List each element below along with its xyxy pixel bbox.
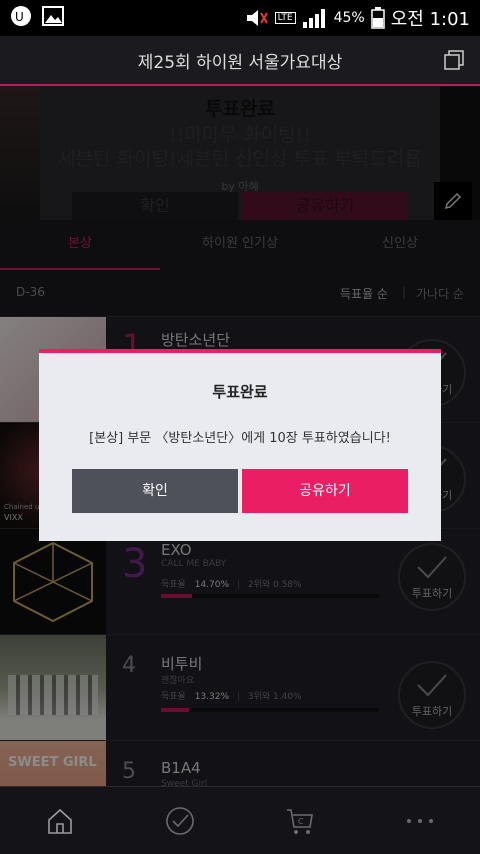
nav-home[interactable] [0, 787, 120, 854]
svg-text:U: U [15, 10, 24, 24]
confirm-button[interactable]: 확인 [72, 469, 238, 513]
more-icon [407, 818, 433, 823]
nav-more[interactable] [360, 787, 480, 854]
status-right: LTE 45% 오전 1:01 [245, 5, 470, 31]
svg-text:C: C [298, 817, 304, 826]
app-notification-icon: U [11, 6, 31, 26]
clock: 오전 1:01 [390, 9, 470, 30]
gallery-notification-icon [42, 6, 64, 26]
cart-icon: C [287, 808, 313, 834]
status-left: U [10, 5, 64, 27]
battery-percent: 45% [333, 10, 365, 26]
status-bar: U LTE 45% 오전 1:01 [0, 0, 480, 36]
vote-complete-dialog: 투표완료 [본상] 부문 〈방탄소년단〉에게 10장 투표하였습니다! 확인 공… [39, 349, 441, 541]
dialog-title: 투표완료 [212, 383, 268, 401]
lte-indicator: LTE [274, 12, 296, 24]
home-icon [48, 808, 72, 834]
battery-icon [370, 7, 385, 29]
page-title: 제25회 하이원 서울가요대상 [137, 53, 343, 73]
copy-icon[interactable] [444, 50, 464, 70]
signal-icon [302, 9, 325, 28]
mute-icon [246, 10, 268, 26]
app-header: 제25회 하이원 서울가요대상 [0, 36, 480, 86]
bottom-nav: C [0, 786, 480, 854]
check-circle-icon [166, 806, 194, 835]
dialog-message: [본상] 부문 〈방탄소년단〉에게 10장 투표하였습니다! [89, 431, 391, 446]
nav-vote[interactable] [120, 787, 240, 854]
nav-shop[interactable]: C [240, 787, 360, 854]
share-button[interactable]: 공유하기 [242, 469, 408, 513]
